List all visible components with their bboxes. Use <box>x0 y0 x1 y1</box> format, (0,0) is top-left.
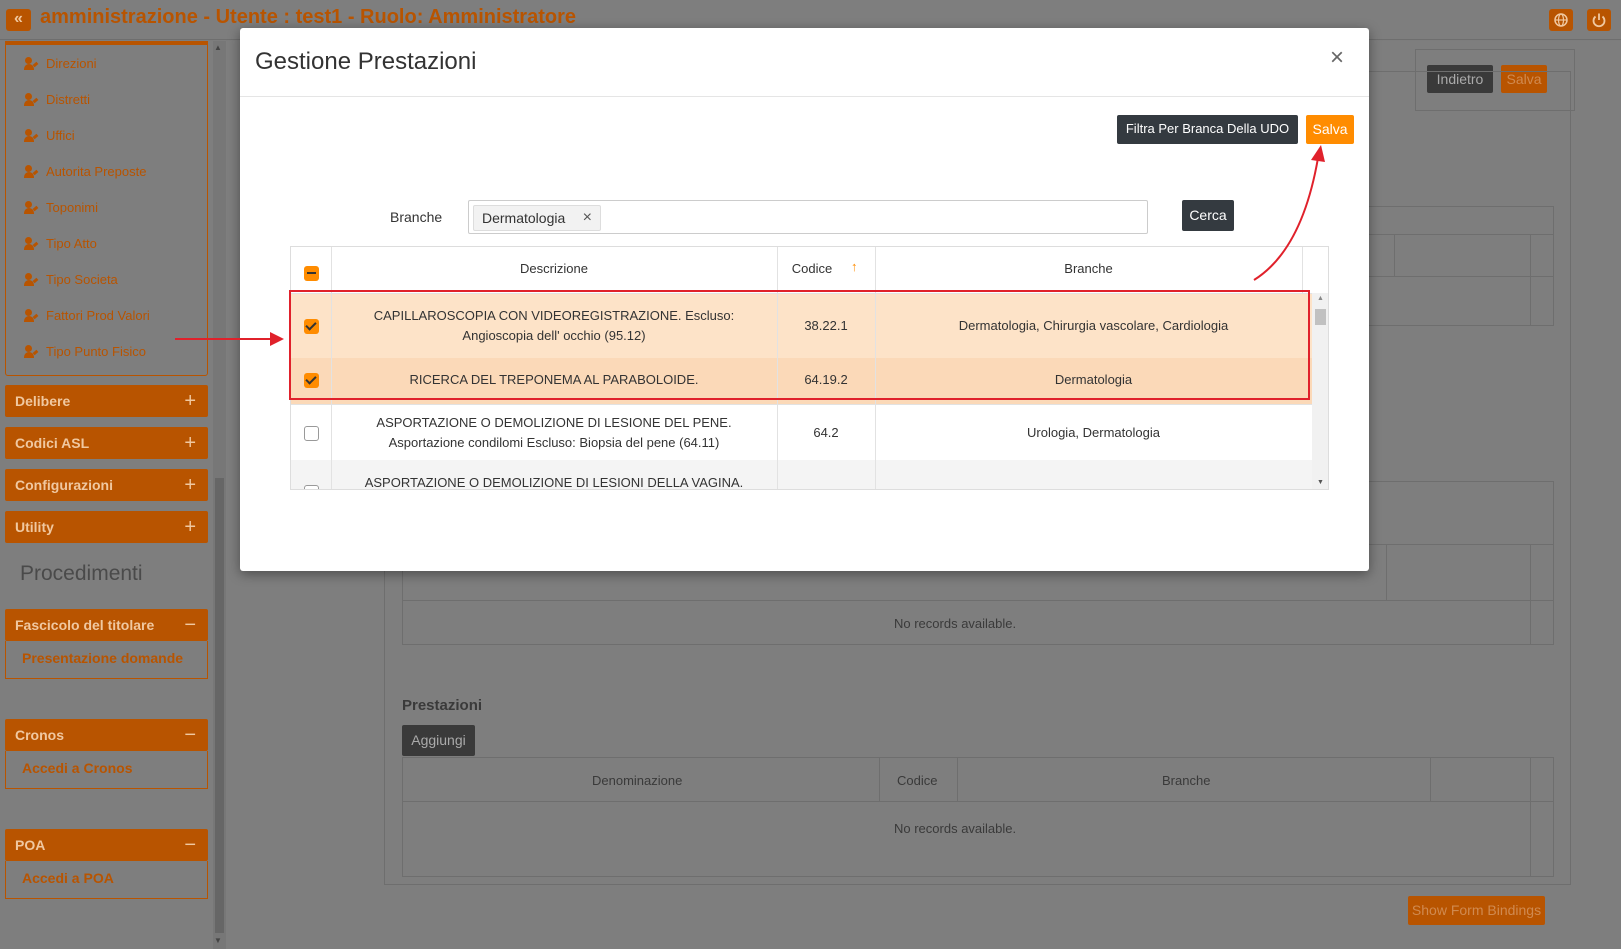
minus-icon: − <box>184 834 196 856</box>
scrollbar-thumb[interactable] <box>1315 309 1326 325</box>
col-branche[interactable]: Branche <box>875 247 1302 291</box>
row-descrizione: ASPORTAZIONE O DEMOLIZIONE DI LESIONE DE… <box>376 415 732 430</box>
col-codice[interactable]: Codice <box>777 247 847 291</box>
select-all-checkbox[interactable] <box>304 266 319 281</box>
branche-multiselect[interactable]: Dermatologia × <box>468 200 1148 234</box>
sidebar-item-tipo-atto[interactable]: Tipo Atto <box>24 234 97 254</box>
sidebar: Direzioni Distretti Uffici Autorita Prep… <box>0 41 232 949</box>
row-branche: Urologia, Dermatologia <box>1027 425 1160 440</box>
close-icon[interactable]: × <box>1330 46 1344 70</box>
modal-title: Gestione Prestazioni <box>255 48 477 75</box>
row-checkbox[interactable] <box>304 426 319 441</box>
scroll-down-icon[interactable]: ▼ <box>214 936 222 945</box>
annotation-curved-arrow <box>1253 145 1325 281</box>
user-edit-icon <box>24 129 39 142</box>
scroll-up-icon[interactable]: ▲ <box>1317 295 1324 302</box>
sidebar-item-distretti[interactable]: Distretti <box>24 90 90 110</box>
sidebar-item-fattori-prod-valori[interactable]: Fattori Prod Valori <box>24 306 150 326</box>
row-checkbox[interactable] <box>304 485 319 489</box>
remove-tag-icon[interactable]: × <box>583 206 592 230</box>
annotation-highlight-box <box>289 290 1310 400</box>
prestazioni-title: Prestazioni <box>402 697 483 714</box>
sidebar-item-tipo-punto-fisico[interactable]: Tipo Punto Fisico <box>24 342 146 362</box>
sidebar-section-poa[interactable]: POA − <box>5 829 208 861</box>
row-codice: 64.2 <box>813 425 839 440</box>
user-edit-icon <box>24 345 39 358</box>
sidebar-item-tipo-societa[interactable]: Tipo Societa <box>24 270 118 290</box>
sidebar-section-fascicolo[interactable]: Fascicolo del titolare − <box>5 609 208 641</box>
col-branche: Branche <box>1162 773 1211 788</box>
cerca-button[interactable]: Cerca <box>1182 200 1234 231</box>
sidebar-scrollbar[interactable]: ▲ ▼ <box>213 41 226 949</box>
col-codice: Codice <box>897 773 938 788</box>
sidebar-section-cronos[interactable]: Cronos − <box>5 719 208 751</box>
branche-filter-label: Branche <box>390 209 443 225</box>
sidebar-section-codici-asl[interactable]: Codici ASL + <box>5 427 208 459</box>
power-icon[interactable] <box>1587 9 1611 31</box>
plus-icon: + <box>184 390 196 412</box>
collapse-sidebar-button[interactable]: « <box>6 9 31 31</box>
procedimenti-title: Procedimenti <box>20 562 143 585</box>
sidebar-item-accedi-poa[interactable]: Accedi a POA <box>5 861 208 899</box>
col-denominazione: Denominazione <box>592 773 683 788</box>
sidebar-section-utility[interactable]: Utility + <box>5 511 208 543</box>
col-descrizione[interactable]: Descrizione <box>331 247 777 291</box>
user-edit-icon <box>24 273 39 286</box>
sidebar-item-accedi-cronos[interactable]: Accedi a Cronos <box>5 751 208 789</box>
sidebar-item-uffici[interactable]: Uffici <box>24 126 75 146</box>
modal-divider <box>240 96 1369 97</box>
plus-icon: + <box>184 474 196 496</box>
user-edit-icon <box>24 237 39 250</box>
no-records-text: No records available. <box>894 821 1017 836</box>
grid-scrollbar[interactable]: ▲ ▼ <box>1312 293 1328 489</box>
sidebar-item-toponimi[interactable]: Toponimi <box>24 198 98 218</box>
sidebar-item-direzioni[interactable]: Direzioni <box>24 54 97 74</box>
show-form-bindings-button[interactable]: Show Form Bindings <box>1408 896 1545 925</box>
sidebar-item-presentazione-domande[interactable]: Presentazione domande <box>5 641 208 679</box>
selected-tag-dermatologia: Dermatologia × <box>473 205 601 231</box>
minus-icon: − <box>184 724 196 746</box>
prestazioni-grid <box>402 757 1554 877</box>
sidebar-item-autorita-preposte[interactable]: Autorita Preposte <box>24 162 146 182</box>
globe-icon[interactable] <box>1549 9 1573 31</box>
scrollbar-thumb[interactable] <box>215 478 224 933</box>
row-descrizione: Asportazione condilomi Escluso: Biopsia … <box>388 435 720 450</box>
sidebar-section-configurazioni[interactable]: Configurazioni + <box>5 469 208 501</box>
aggiungi-button[interactable]: Aggiungi <box>402 725 475 756</box>
sidebar-section-delibere[interactable]: Delibere + <box>5 385 208 417</box>
user-edit-icon <box>24 93 39 106</box>
annotation-arrowhead <box>270 332 284 346</box>
row-descrizione: ASPORTAZIONE O DEMOLIZIONE DI LESIONI DE… <box>364 475 744 490</box>
minus-icon: − <box>184 614 196 636</box>
scroll-down-icon[interactable]: ▼ <box>1317 479 1324 486</box>
scroll-up-icon[interactable]: ▲ <box>214 43 222 52</box>
plus-icon: + <box>184 516 196 538</box>
annotation-arrow <box>175 338 275 340</box>
sort-asc-icon: ↑ <box>851 259 858 274</box>
plus-icon: + <box>184 432 196 454</box>
app-title: amministrazione - Utente : test1 - Ruolo… <box>40 6 576 28</box>
user-edit-icon <box>24 165 39 178</box>
user-edit-icon <box>24 309 39 322</box>
user-edit-icon <box>24 201 39 214</box>
no-records-text: No records available. <box>894 616 1017 631</box>
user-edit-icon <box>24 57 39 70</box>
